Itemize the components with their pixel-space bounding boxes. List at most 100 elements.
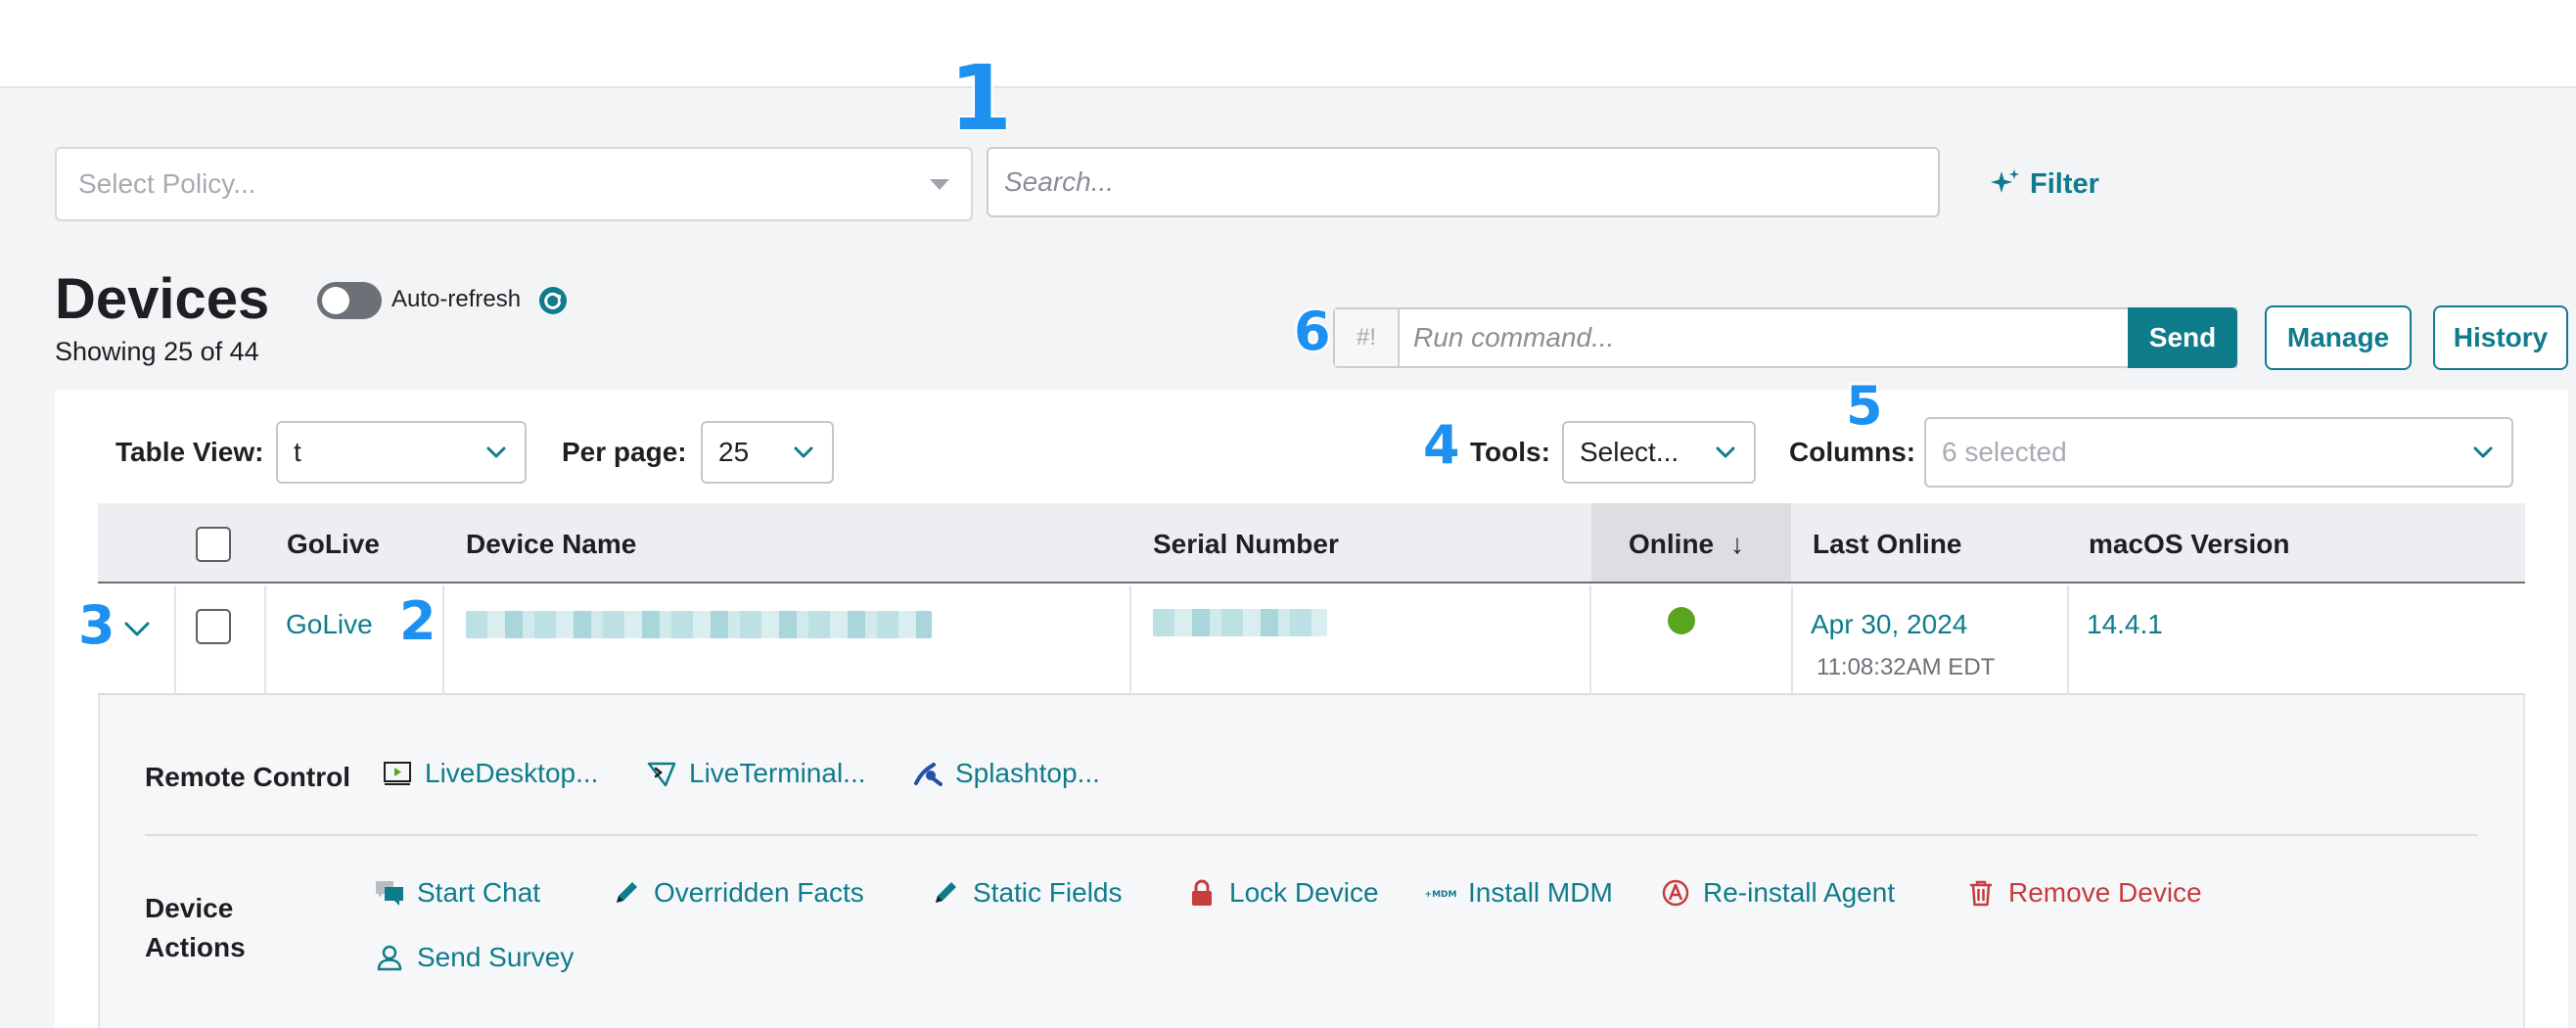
tools-select[interactable]: Select... bbox=[1562, 421, 1756, 484]
command-box: #! bbox=[1333, 307, 2237, 368]
remove-device-label: Remove Device bbox=[2008, 877, 2202, 908]
live-terminal-icon bbox=[647, 762, 676, 787]
callout-5: 5 bbox=[1846, 375, 1883, 437]
online-status-dot bbox=[1668, 607, 1695, 634]
last-online-date[interactable]: Apr 30, 2024 bbox=[1811, 609, 1967, 640]
user-icon bbox=[377, 945, 402, 971]
callout-3: 3 bbox=[78, 594, 115, 656]
start-chat-label: Start Chat bbox=[417, 877, 541, 908]
last-online-time: 11:08:32AM EDT bbox=[1817, 654, 1996, 680]
chevron-down-icon bbox=[794, 446, 813, 458]
cell-divider bbox=[1791, 585, 1793, 695]
cell-divider bbox=[1129, 585, 1131, 695]
device-actions-label: Device Actions bbox=[145, 889, 246, 967]
static-fields-action[interactable]: Static Fields bbox=[930, 877, 1123, 909]
serial-number-redacted bbox=[1153, 609, 1327, 636]
trash-icon bbox=[1969, 880, 1993, 907]
manage-button[interactable]: Manage bbox=[2265, 305, 2412, 370]
golive-link[interactable]: GoLive bbox=[286, 609, 373, 640]
pencil-icon bbox=[936, 882, 956, 903]
column-header-macos-version[interactable]: macOS Version bbox=[2089, 529, 2289, 560]
device-name-redacted[interactable] bbox=[466, 611, 932, 638]
live-terminal-action[interactable]: LiveTerminal... bbox=[646, 758, 866, 789]
splashtop-icon bbox=[914, 763, 943, 786]
pencil-icon bbox=[617, 882, 637, 903]
device-actions-label-line2: Actions bbox=[145, 932, 246, 962]
sort-arrow-icon[interactable]: ↓ bbox=[1730, 529, 1744, 560]
overridden-facts-action[interactable]: Overridden Facts bbox=[611, 877, 864, 909]
columns-label: Columns: bbox=[1789, 437, 1916, 467]
overridden-facts-label: Overridden Facts bbox=[654, 877, 864, 908]
remote-control-label: Remote Control bbox=[145, 762, 350, 792]
device-actions-label-line1: Device bbox=[145, 893, 234, 923]
table-view-label: Table View: bbox=[115, 437, 264, 467]
table-view-select[interactable]: t bbox=[276, 421, 527, 484]
chevron-down-icon bbox=[486, 446, 506, 458]
refresh-icon[interactable] bbox=[538, 286, 568, 315]
lock-icon bbox=[1192, 879, 1212, 906]
filter-button[interactable]: Filter bbox=[1989, 161, 2099, 208]
send-survey-label: Send Survey bbox=[417, 942, 575, 972]
auto-refresh-label: Auto-refresh bbox=[391, 286, 522, 312]
live-desktop-icon bbox=[384, 762, 411, 785]
column-header-serial-number[interactable]: Serial Number bbox=[1153, 529, 1339, 560]
table-row bbox=[98, 585, 2525, 695]
tools-label: Tools: bbox=[1470, 437, 1550, 467]
start-chat-action[interactable]: Start Chat bbox=[374, 877, 540, 909]
results-count: Showing 25 of 44 bbox=[55, 337, 259, 366]
send-button[interactable]: Send bbox=[2128, 307, 2237, 368]
callout-2: 2 bbox=[399, 590, 437, 652]
expand-row-chevron-icon[interactable] bbox=[119, 611, 155, 646]
tools-value: Select... bbox=[1580, 437, 1679, 467]
live-terminal-label: LiveTerminal... bbox=[689, 758, 866, 788]
cell-divider bbox=[442, 585, 444, 695]
splashtop-action[interactable]: Splashtop... bbox=[912, 758, 1100, 789]
column-header-online[interactable]: Online bbox=[1629, 529, 1714, 560]
live-desktop-action[interactable]: LiveDesktop... bbox=[382, 758, 598, 789]
splashtop-label: Splashtop... bbox=[955, 758, 1100, 788]
live-desktop-label: LiveDesktop... bbox=[425, 758, 599, 788]
reinstall-agent-label: Re-install Agent bbox=[1703, 877, 1896, 908]
row-checkbox[interactable] bbox=[196, 609, 231, 644]
reinstall-agent-action[interactable]: Re-install Agent bbox=[1660, 877, 1895, 909]
filter-label: Filter bbox=[2030, 167, 2099, 200]
top-bar bbox=[0, 0, 2576, 88]
select-all-checkbox[interactable] bbox=[196, 527, 231, 562]
history-button[interactable]: History bbox=[2433, 305, 2568, 370]
lock-device-action[interactable]: Lock Device bbox=[1186, 877, 1379, 909]
remove-device-action[interactable]: Remove Device bbox=[1965, 877, 2202, 909]
cell-divider bbox=[264, 585, 266, 695]
shebang-prefix: #! bbox=[1335, 309, 1400, 366]
columns-select[interactable]: 6 selected bbox=[1924, 417, 2513, 488]
section-divider bbox=[145, 834, 2478, 836]
per-page-select[interactable]: 25 bbox=[701, 421, 834, 484]
caret-down-icon bbox=[930, 178, 949, 190]
macos-version-link[interactable]: 14.4.1 bbox=[2087, 609, 2163, 640]
column-header-golive[interactable]: GoLive bbox=[287, 529, 380, 560]
auto-refresh-toggle[interactable] bbox=[317, 282, 382, 319]
install-mdm-label: Install MDM bbox=[1468, 877, 1613, 908]
table-view-value: t bbox=[294, 437, 301, 467]
cell-divider bbox=[174, 585, 176, 695]
svg-text:+MDM: +MDM bbox=[1425, 890, 1456, 900]
search-input[interactable] bbox=[987, 147, 1940, 217]
send-survey-action[interactable]: Send Survey bbox=[374, 942, 574, 973]
chevron-down-icon bbox=[2473, 446, 2493, 458]
install-mdm-action[interactable]: +MDM Install MDM bbox=[1425, 877, 1613, 909]
callout-4: 4 bbox=[1423, 414, 1460, 476]
column-header-last-online[interactable]: Last Online bbox=[1813, 529, 1961, 560]
callout-6: 6 bbox=[1294, 301, 1331, 362]
chevron-down-icon bbox=[1716, 446, 1735, 458]
columns-value: 6 selected bbox=[1942, 437, 2067, 467]
chat-icon bbox=[376, 881, 403, 906]
row-details-panel bbox=[98, 695, 2525, 1028]
cell-divider bbox=[2067, 585, 2069, 695]
column-header-device-name[interactable]: Device Name bbox=[466, 529, 636, 560]
per-page-value: 25 bbox=[718, 437, 750, 467]
lock-device-label: Lock Device bbox=[1229, 877, 1379, 908]
cell-divider bbox=[1589, 585, 1591, 695]
command-input[interactable] bbox=[1400, 309, 2235, 366]
static-fields-label: Static Fields bbox=[973, 877, 1123, 908]
policy-select[interactable]: Select Policy... bbox=[55, 147, 973, 221]
mdm-icon: +MDM bbox=[1425, 890, 1456, 900]
